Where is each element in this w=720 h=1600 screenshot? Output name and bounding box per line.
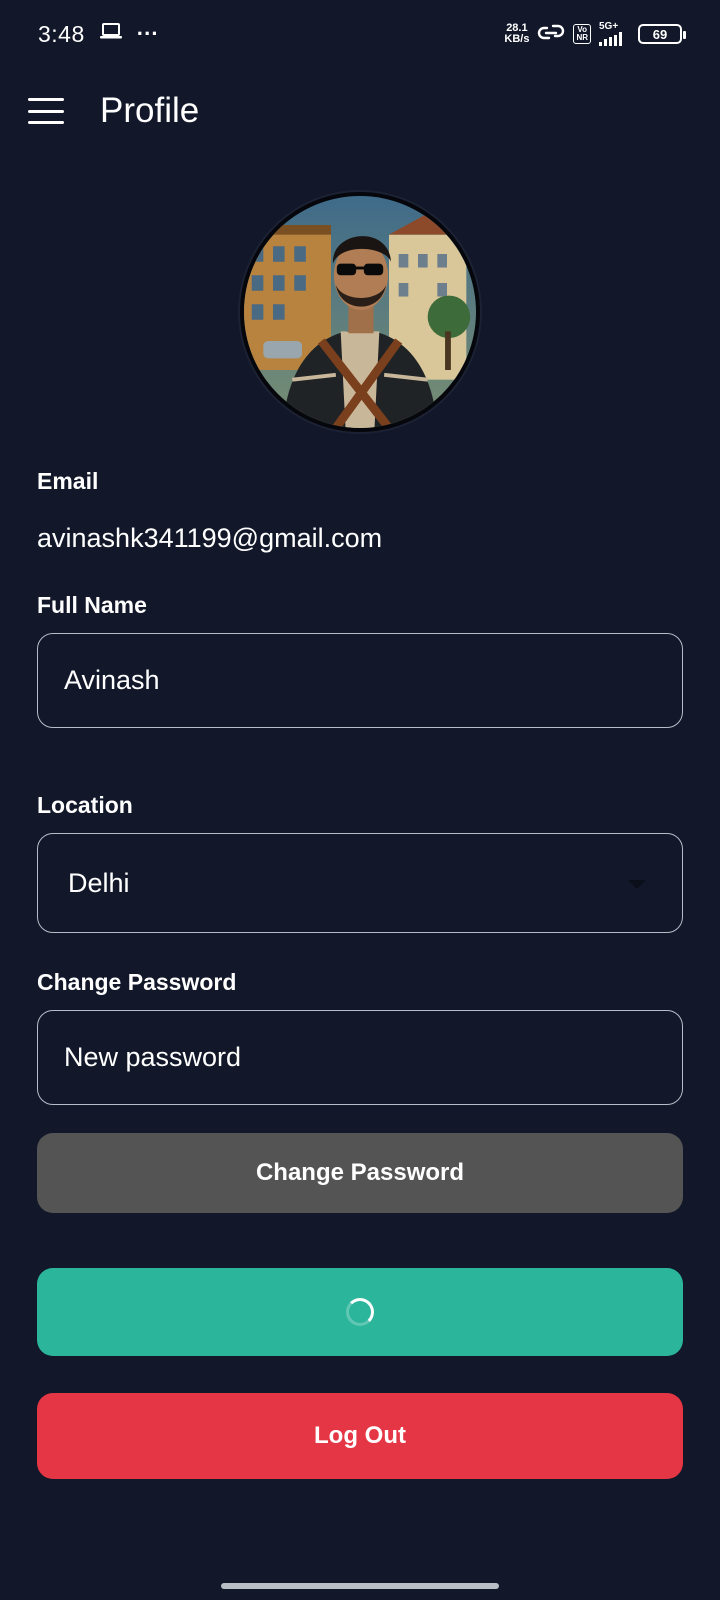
change-password-button-label: Change Password	[255, 1159, 465, 1186]
network-type: 5G+	[599, 21, 619, 32]
volte-icon: Vo NR	[573, 24, 591, 44]
log-out-button-label: Log Out	[314, 1422, 406, 1449]
battery-level: 69	[652, 26, 668, 42]
save-button[interactable]	[37, 1268, 683, 1356]
change-password-label: Change Password	[37, 969, 237, 995]
signal-bars-icon	[599, 32, 622, 46]
spinner-icon	[346, 1298, 374, 1326]
hotspot-link-icon	[537, 22, 565, 47]
home-indicator[interactable]	[221, 1583, 499, 1589]
network-speed: 28.1 KB/s	[504, 22, 530, 45]
laptop-icon	[99, 21, 123, 47]
change-password-button[interactable]: Change Password	[37, 1133, 683, 1213]
caret-down-icon	[628, 880, 646, 889]
hamburger-icon[interactable]	[28, 98, 64, 124]
full-name-input[interactable]: Avinash	[37, 633, 683, 728]
status-bar: 3:48 ··· 28.1 KB/s Vo NR 5G+ 69	[0, 0, 720, 68]
app-bar: Profile	[0, 80, 720, 142]
email-value: avinashk341199@gmail.com	[37, 523, 383, 553]
location-label: Location	[37, 792, 133, 818]
avatar-illustration	[244, 196, 476, 428]
status-bar-left: 3:48 ···	[38, 21, 159, 48]
location-select[interactable]: Delhi	[37, 833, 683, 933]
new-password-input[interactable]: New password	[37, 1010, 683, 1105]
full-name-label: Full Name	[37, 592, 147, 618]
mobile-signal: 5G+	[599, 22, 622, 46]
log-out-button[interactable]: Log Out	[37, 1393, 683, 1479]
status-time: 3:48	[38, 20, 85, 47]
more-notifications-icon: ···	[136, 21, 159, 46]
avatar[interactable]	[240, 192, 480, 432]
page-title: Profile	[100, 91, 200, 130]
location-value: Delhi	[68, 867, 130, 898]
battery-icon: 69	[638, 24, 686, 44]
full-name-value: Avinash	[64, 665, 160, 695]
status-bar-right: 28.1 KB/s Vo NR 5G+ 69	[504, 22, 686, 47]
email-label: Email	[37, 468, 99, 494]
new-password-placeholder: New password	[64, 1042, 242, 1072]
